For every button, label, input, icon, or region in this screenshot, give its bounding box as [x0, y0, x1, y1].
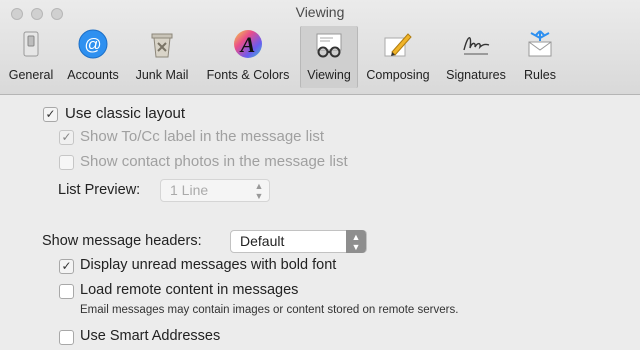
tab-composing[interactable]: Composing	[360, 26, 436, 88]
svg-text:@: @	[84, 35, 101, 54]
tab-label: Viewing	[307, 68, 351, 82]
remote-content-label: Load remote content in messages	[80, 282, 299, 298]
tab-junk-mail[interactable]: Junk Mail	[128, 26, 196, 88]
list-preview-label: List Preview:	[58, 182, 141, 198]
list-preview-select[interactable]: 1 Line ▲ ▼	[160, 179, 270, 202]
tab-label: Accounts	[67, 68, 119, 82]
smart-addresses-checkbox[interactable]	[59, 330, 74, 345]
tab-label: Composing	[366, 68, 430, 82]
show-tocc-label: Show To/Cc label in the message list	[80, 128, 325, 145]
eyeglasses-icon	[313, 28, 345, 60]
message-headers-label: Show message headers:	[42, 233, 202, 249]
window-titlebar: Viewing General @ Accounts Junk Mail A F…	[0, 0, 640, 95]
show-photos-label: Show contact photos in the message list	[80, 153, 348, 170]
bold-unread-checkbox[interactable]: ✓	[59, 259, 74, 274]
svg-text:A: A	[239, 32, 256, 57]
message-headers-select[interactable]: Default ▲ ▼	[230, 230, 367, 253]
updown-arrows-icon: ▲ ▼	[254, 181, 264, 201]
signature-icon	[460, 28, 492, 60]
tab-viewing[interactable]: Viewing	[300, 26, 358, 88]
tab-signatures[interactable]: Signatures	[440, 26, 512, 88]
tab-label: Signatures	[446, 68, 506, 82]
bold-unread-label: Display unread messages with bold font	[80, 257, 337, 273]
fonts-colors-icon: A	[232, 28, 264, 60]
remote-content-note: Email messages may contain images or con…	[80, 304, 459, 316]
tab-fonts-colors[interactable]: A Fonts & Colors	[198, 26, 298, 88]
list-preview-value: 1 Line	[170, 182, 209, 198]
tab-label: Junk Mail	[135, 68, 189, 82]
at-sign-icon: @	[77, 28, 109, 60]
tab-label: Rules	[524, 68, 556, 82]
classic-layout-label: Use classic layout	[65, 105, 186, 122]
message-headers-value: Default	[240, 233, 285, 249]
pencil-icon	[382, 28, 414, 60]
show-photos-checkbox[interactable]	[59, 155, 74, 170]
updown-arrows-icon: ▲ ▼	[346, 230, 366, 253]
tab-label: General	[8, 68, 54, 82]
classic-layout-checkbox[interactable]: ✓	[43, 107, 58, 122]
remote-content-checkbox[interactable]	[59, 284, 74, 299]
tab-accounts[interactable]: @ Accounts	[62, 26, 124, 88]
smart-addresses-label: Use Smart Addresses	[80, 328, 221, 344]
window-title: Viewing	[295, 4, 345, 20]
tab-general[interactable]: General	[2, 26, 60, 88]
rules-envelope-icon	[524, 28, 556, 60]
viewing-preferences-pane: ✓ Use classic layout ✓ Show To/Cc label …	[0, 95, 640, 350]
tab-label: Fonts & Colors	[206, 68, 290, 82]
trash-bin-icon	[146, 28, 178, 60]
tab-rules[interactable]: Rules	[514, 26, 566, 88]
general-switch-icon	[15, 28, 47, 60]
show-tocc-checkbox[interactable]: ✓	[59, 130, 74, 145]
